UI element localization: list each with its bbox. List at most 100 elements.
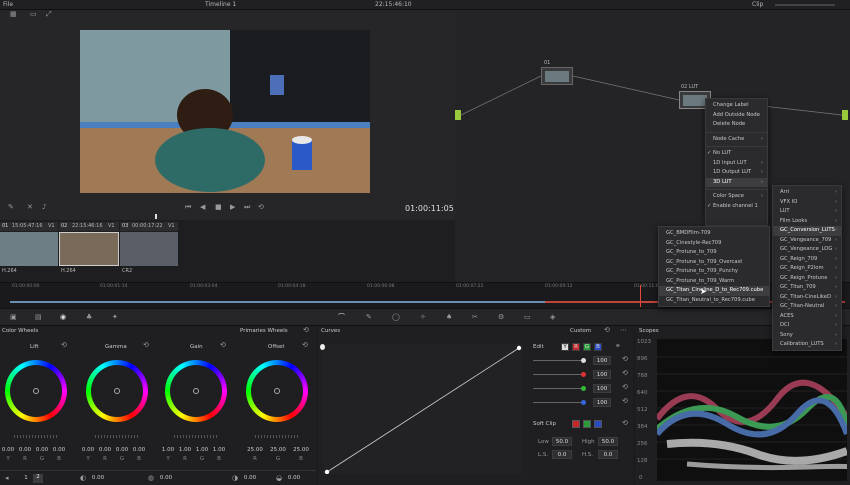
lut-folder-gc-conversion[interactable]: GC_Conversion_LUTS › (773, 226, 841, 236)
softclip-high[interactable]: 50.0 (598, 437, 618, 446)
clip-slider[interactable] (775, 4, 835, 6)
pivot-icon[interactable]: ◍ (148, 475, 154, 482)
3d-icon[interactable]: ▭ (524, 314, 531, 321)
clip-thumb-3[interactable] (120, 232, 178, 266)
motion-effects-icon[interactable]: ✦ (112, 314, 118, 321)
gamma-master-wheel[interactable] (95, 435, 139, 438)
lut-folder-titan-cinelike[interactable]: GC_Titan-CineLikeD › (773, 293, 841, 303)
cube-item[interactable]: GC_Protune_to_709_Punchy (659, 267, 769, 277)
slider-r[interactable] (581, 372, 586, 377)
lut-folder-titan-709[interactable]: GC_Titan_709 › (773, 283, 841, 293)
softclip-b[interactable] (594, 420, 602, 428)
keyframes-icon[interactable]: ◈ (550, 314, 555, 321)
page-1[interactable]: 1 (22, 475, 30, 481)
camera-raw-icon[interactable]: ▣ (10, 314, 17, 321)
lut-folder-vengeance-709[interactable]: GC_Vengeance_709 › (773, 236, 841, 246)
play-icon[interactable]: ▶ (230, 204, 235, 211)
qualifier-icon[interactable]: ✎ (366, 314, 372, 321)
hue-icon[interactable]: ◒ (276, 475, 282, 482)
cube-item[interactable]: GC_Protune_to_709_Warm (659, 277, 769, 287)
page-2[interactable]: 2 (33, 474, 43, 483)
scrub-playhead[interactable] (155, 214, 157, 219)
edit-channel-r[interactable]: R (572, 343, 580, 351)
softclip-g[interactable] (583, 420, 591, 428)
offset-master-wheel[interactable] (255, 435, 299, 438)
contrast-icon[interactable]: ◐ (80, 475, 86, 482)
cross-icon[interactable]: ✕ (27, 204, 33, 211)
curves-options-icon[interactable]: ⋯ (620, 327, 627, 334)
sizing-icon[interactable]: ⚙ (498, 314, 504, 321)
link-icon[interactable]: ⚭ (615, 343, 621, 350)
menu-color-space[interactable]: Color Space › (706, 192, 767, 202)
loop-icon[interactable]: ⟲ (258, 204, 264, 211)
offset-wheel[interactable] (246, 360, 308, 422)
pen-icon[interactable]: ✎ (8, 204, 14, 211)
lut-folder-arri[interactable]: Arri › (773, 188, 841, 198)
slider-b[interactable] (581, 400, 586, 405)
wheels-mode-dropdown[interactable]: Primaries Wheels (240, 328, 288, 334)
lut-folder-vfx-io[interactable]: VFX IO › (773, 198, 841, 208)
edit-value-b[interactable]: 100 (593, 398, 611, 407)
reverse-icon[interactable]: ◀ (200, 204, 205, 211)
tracker-icon[interactable]: ✧ (420, 314, 426, 321)
slider-g[interactable] (581, 386, 586, 391)
clip-thumb-2[interactable] (59, 232, 119, 266)
lift-master-wheel[interactable] (14, 435, 58, 438)
lut-folder-calibration[interactable]: Calibration_LUTS › (773, 340, 841, 350)
gamma-wheel[interactable] (86, 360, 148, 422)
next-icon[interactable]: ⏭ (244, 204, 250, 211)
timeline-playhead[interactable] (640, 285, 641, 307)
slider-y[interactable] (581, 358, 586, 363)
lut-folder-reign-p2lom[interactable]: GC_Reign_P2lom › (773, 264, 841, 274)
file-menu[interactable]: File (3, 1, 13, 8)
softclip-ls[interactable]: 0.0 (552, 450, 572, 459)
menu-3d-lut[interactable]: 3D LUT › (706, 177, 767, 187)
edit-channel-b[interactable]: B (594, 343, 602, 351)
scale-icon[interactable]: ⤢ (46, 11, 52, 18)
menu-enable-channel[interactable]: ✓ Enable channel 1 (706, 202, 767, 212)
rgb-mixer-icon[interactable]: ♣ (86, 314, 92, 321)
gain-master-wheel[interactable] (174, 435, 218, 438)
reset-g-icon[interactable]: ⟲ (622, 384, 628, 391)
menu-add-outside-node[interactable]: Add Outside Node (706, 111, 767, 121)
menu-change-label[interactable]: Change Label (706, 101, 767, 111)
monitor-icon[interactable]: ▭ (30, 11, 37, 18)
window-icon[interactable]: ◯ (392, 314, 400, 321)
page-prev-icon[interactable]: ◂ (5, 475, 9, 482)
softclip-reset-icon[interactable]: ⟲ (622, 420, 628, 427)
key-icon[interactable]: ✂ (472, 314, 478, 321)
lut-folder-lut[interactable]: LUT › (773, 207, 841, 217)
cube-item[interactable]: GC_Titan_Neutral_to_Rec709.cube (659, 296, 769, 306)
edit-channel-y[interactable]: Y (561, 343, 569, 351)
lut-folder-sony[interactable]: Sony › (773, 331, 841, 341)
menu-delete-node[interactable]: Delete Node (706, 120, 767, 130)
lut-folder-titan-neutral[interactable]: GC_Titan-Neutral › (773, 302, 841, 312)
softclip-hs[interactable]: 0.0 (598, 450, 618, 459)
lut-folder-reign-protune[interactable]: GC_Reign_Protune › (773, 274, 841, 284)
menu-1d-input-lut[interactable]: 1D Input LUT › (706, 159, 767, 169)
clip-thumb-1[interactable] (0, 232, 58, 266)
softclip-r[interactable] (572, 420, 580, 428)
lift-wheel[interactable] (5, 360, 67, 422)
cube-item[interactable]: GC_BMDFilm-709 (659, 229, 769, 239)
gain-wheel[interactable] (165, 360, 227, 422)
reset-y-icon[interactable]: ⟲ (622, 356, 628, 363)
blur-icon[interactable]: ♠ (446, 314, 452, 321)
edit-value-r[interactable]: 100 (593, 370, 611, 379)
edit-value-g[interactable]: 100 (593, 384, 611, 393)
lut-folder-aces[interactable]: ACES › (773, 312, 841, 322)
cube-item[interactable]: GC_Cinestyle-Rec709 (659, 239, 769, 249)
curve-graph[interactable] (323, 344, 523, 474)
menu-node-cache[interactable]: Node Cache › (706, 135, 767, 145)
menu-1d-output-lut[interactable]: 1D Output LUT › (706, 168, 767, 178)
softclip-low[interactable]: 50.0 (552, 437, 572, 446)
curves-reset-icon[interactable]: ⟲ (604, 327, 610, 334)
lut-folder-film-looks[interactable]: Film Looks › (773, 217, 841, 227)
lut-folder-vengeance-log[interactable]: GC_Vengeance_LOG › (773, 245, 841, 255)
gain-reset-icon[interactable]: ⟲ (220, 342, 226, 349)
lut-folder-reign-709[interactable]: GC_Reign_709 › (773, 255, 841, 265)
menu-no-lut[interactable]: ✓ No LUT (706, 149, 767, 159)
node-01[interactable] (541, 67, 573, 85)
prev-icon[interactable]: ⏮ (185, 204, 191, 211)
audio-icon[interactable]: ♪ (42, 204, 46, 211)
